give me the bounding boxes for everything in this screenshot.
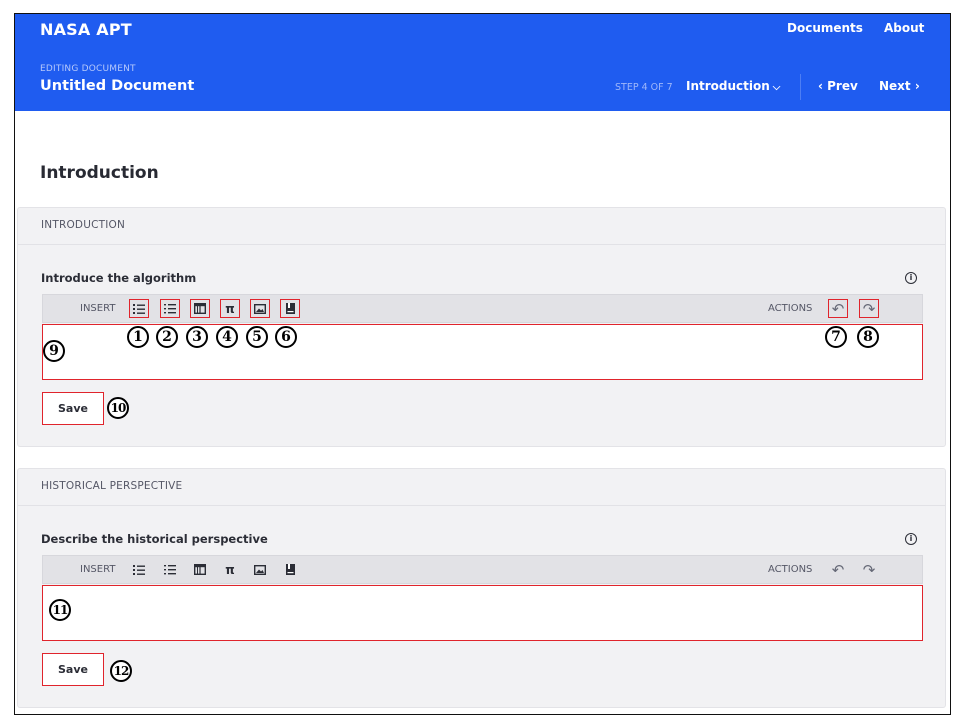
reference-icon (285, 564, 295, 575)
section-header: HISTORICAL PERSPECTIVE (18, 469, 945, 506)
editor-toolbar: INSERT π ACTIONS ↶ ↷ (42, 555, 923, 584)
marker-11: 11 (49, 599, 71, 621)
undo-icon: ↶ (831, 299, 845, 318)
pi-equation-icon: π (225, 301, 235, 316)
save-button[interactable]: Save (42, 392, 104, 425)
header-divider (800, 74, 801, 100)
marker-2: 2 (156, 326, 178, 348)
table-icon (194, 564, 206, 575)
undo-icon: ↶ (831, 560, 845, 579)
section-heading: HISTORICAL PERSPECTIVE (41, 480, 183, 492)
editor-toolbar: INSERT π ACTIONS ↶ ↷ (42, 294, 923, 323)
marker-8: 8 (857, 326, 879, 348)
numbered-list-icon (164, 564, 176, 574)
marker-4: 4 (216, 326, 238, 348)
info-icon[interactable]: i (905, 272, 917, 284)
section-heading: INTRODUCTION (41, 219, 126, 231)
insert-label: INSERT (80, 303, 116, 314)
info-icon[interactable]: i (905, 533, 917, 545)
image-button[interactable] (250, 560, 270, 579)
undo-button[interactable]: ↶ (828, 560, 848, 579)
app-frame: NASA APT Documents About EDITING DOCUMEN… (14, 13, 951, 715)
actions-label: ACTIONS (768, 303, 813, 314)
marker-9: 9 (43, 340, 65, 362)
prev-button[interactable]: ‹ Prev (818, 79, 858, 93)
insert-label: INSERT (80, 564, 116, 575)
equation-button[interactable]: π (220, 560, 240, 579)
table-button[interactable] (190, 560, 210, 579)
image-icon (254, 564, 266, 575)
undo-button[interactable]: ↶ (828, 299, 848, 318)
section-header: INTRODUCTION (18, 208, 945, 245)
step-select-dropdown[interactable]: Introduction ⌵ (686, 79, 780, 93)
next-button[interactable]: Next › (879, 79, 920, 93)
redo-icon: ↷ (862, 299, 876, 318)
table-button[interactable] (190, 299, 210, 318)
rich-text-editor[interactable] (42, 585, 923, 641)
save-button[interactable]: Save (42, 653, 104, 686)
nav-documents-link[interactable]: Documents (787, 21, 863, 35)
bulleted-list-button[interactable] (129, 560, 149, 579)
equation-button[interactable]: π (220, 299, 240, 318)
marker-12: 12 (110, 660, 132, 682)
reference-icon (285, 303, 295, 314)
numbered-list-button[interactable] (160, 560, 180, 579)
page-title: Introduction (40, 163, 159, 183)
marker-7: 7 (825, 326, 847, 348)
redo-icon: ↷ (862, 560, 876, 579)
chevron-down-icon: ⌵ (772, 82, 781, 93)
redo-button[interactable]: ↷ (859, 299, 879, 318)
marker-3: 3 (186, 326, 208, 348)
bulleted-list-button[interactable] (129, 299, 149, 318)
table-icon (194, 303, 206, 314)
numbered-list-icon (164, 303, 176, 313)
step-indicator: STEP 4 OF 7 (615, 82, 673, 93)
document-title: Untitled Document (40, 78, 195, 94)
field-label: Describe the historical perspective (41, 532, 268, 546)
image-button[interactable] (250, 299, 270, 318)
top-header: NASA APT Documents About EDITING DOCUMEN… (15, 14, 950, 111)
nav-about-link[interactable]: About (884, 21, 924, 35)
section-introduction: INTRODUCTION Introduce the algorithm i I… (17, 207, 946, 447)
app-title[interactable]: NASA APT (40, 20, 132, 39)
redo-button[interactable]: ↷ (859, 560, 879, 579)
reference-button[interactable] (280, 299, 300, 318)
marker-5: 5 (246, 326, 268, 348)
field-label: Introduce the algorithm (41, 271, 197, 285)
actions-label: ACTIONS (768, 564, 813, 575)
marker-10: 10 (107, 397, 129, 419)
reference-button[interactable] (280, 560, 300, 579)
image-icon (254, 303, 266, 314)
marker-6: 6 (275, 326, 297, 348)
numbered-list-button[interactable] (160, 299, 180, 318)
editing-document-label: EDITING DOCUMENT (40, 64, 136, 74)
bulleted-list-icon (133, 303, 145, 314)
bulleted-list-icon (133, 564, 145, 575)
marker-1: 1 (127, 326, 149, 348)
section-historical-perspective: HISTORICAL PERSPECTIVE Describe the hist… (17, 468, 946, 708)
pi-equation-icon: π (225, 562, 235, 577)
step-select-label: Introduction (686, 79, 770, 93)
